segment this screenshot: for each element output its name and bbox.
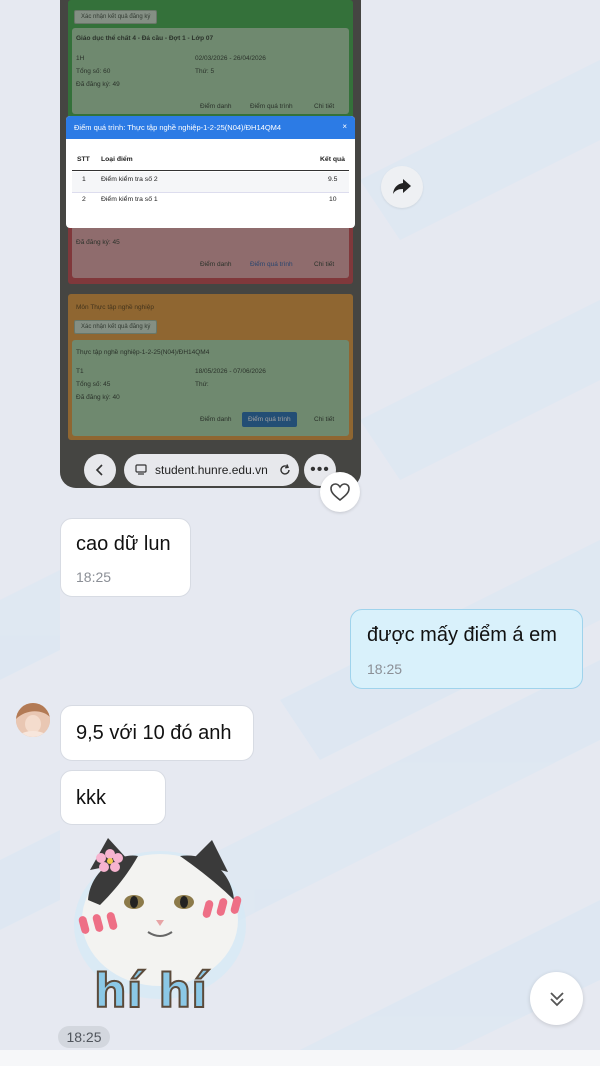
message-bubble-incoming[interactable]: kkk [60, 770, 166, 825]
browser-url: student.hunre.edu.vn [155, 463, 268, 477]
browser-toolbar: student.hunre.edu.vn ••• [60, 452, 361, 488]
message-text: kkk [76, 787, 106, 809]
modal-backdrop [60, 0, 361, 488]
forward-icon [393, 179, 411, 194]
bottom-edge [0, 1050, 600, 1066]
message-time-pill: 18:25 [58, 1026, 110, 1048]
message-bubble-outgoing[interactable]: được mấy điểm á em 18:25 [350, 609, 583, 689]
row-2-type: Điểm kiểm tra số 1 [101, 196, 158, 203]
message-text: cao dữ lun [76, 533, 171, 555]
more-icon: ••• [310, 461, 330, 478]
browser-url-bar: student.hunre.edu.vn [124, 454, 299, 486]
row-divider [72, 192, 349, 193]
table-header-divider [72, 170, 349, 171]
row-2-result: 10 [329, 196, 337, 203]
sticker-caption: hí hí [93, 963, 208, 1019]
col-result: Kết quả [320, 156, 345, 163]
react-heart-button[interactable] [320, 472, 360, 512]
double-chevron-down-icon [549, 991, 564, 1006]
reload-icon [280, 464, 290, 475]
row-1-type: Điểm kiểm tra số 2 [101, 176, 158, 183]
cat-sticker[interactable]: hí hí [60, 830, 260, 1020]
row-1-stt: 1 [82, 176, 86, 183]
row-1-result: 9.5 [328, 176, 338, 183]
row-2-stt: 2 [82, 196, 86, 203]
message-text: được mấy điểm á em [367, 624, 557, 646]
process-score-modal: Điểm quá trình: Thực tập nghề nghiệp-1-2… [66, 116, 355, 228]
heart-icon [330, 483, 350, 502]
message-time: 18:25 [367, 661, 403, 677]
modal-title: Điểm quá trình: Thực tập nghề nghiệp-1-2… [74, 123, 282, 132]
avatar-image [16, 703, 50, 737]
message-time: 18:25 [76, 569, 112, 585]
scroll-to-bottom-button[interactable] [530, 972, 583, 1025]
message-text: 9,5 với 10 đó anh [76, 722, 232, 744]
forward-button[interactable] [381, 166, 423, 208]
modal-header: Điểm quá trình: Thực tập nghề nghiệp-1-2… [66, 116, 355, 139]
browser-back-button [84, 454, 116, 486]
chevron-left-icon [95, 464, 103, 476]
message-bubble-incoming[interactable]: 9,5 với 10 đó anh [60, 705, 254, 761]
col-type: Loại điểm [101, 156, 133, 163]
col-stt: STT [77, 156, 90, 163]
message-bubble-incoming[interactable]: cao dữ lun 18:25 [60, 518, 191, 597]
close-icon: × [342, 122, 347, 131]
site-settings-icon [135, 464, 147, 475]
shared-screenshot[interactable]: Xác nhận kết quả đăng ký Giáo dục thể ch… [60, 0, 361, 488]
avatar[interactable] [16, 703, 50, 737]
